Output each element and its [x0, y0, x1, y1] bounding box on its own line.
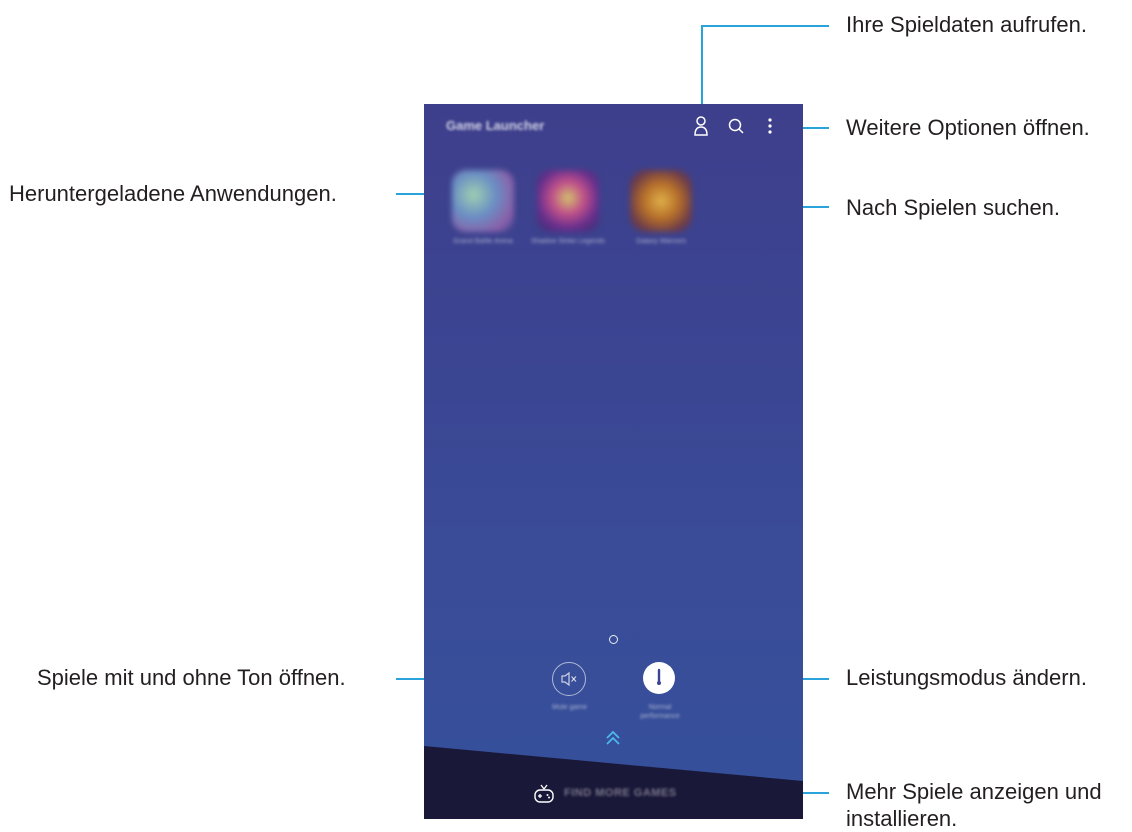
- callout-search-games: Nach Spielen suchen.: [846, 195, 1061, 220]
- game-label-1: Grand Battle Arena: [453, 238, 513, 245]
- performance-mode-label: Normal performance: [640, 704, 680, 720]
- phone-screen: Game Launcher Grand Battle Arena Shadow …: [424, 104, 803, 819]
- callout-more-games-line2: installieren.: [846, 806, 958, 831]
- game-label-2: Shadow Strike Legends: [531, 238, 605, 245]
- expand-up-icon[interactable]: [603, 728, 623, 748]
- callout-more-games: Mehr Spiele anzeigen und installieren.: [846, 778, 1102, 832]
- app-title: Game Launcher: [446, 118, 545, 133]
- game-icon-3[interactable]: [630, 170, 692, 232]
- game-icon-1[interactable]: [452, 170, 514, 232]
- search-icon[interactable]: [727, 117, 745, 135]
- gamepad-icon[interactable]: [533, 784, 555, 804]
- performance-mode-button[interactable]: [643, 662, 675, 694]
- profile-icon[interactable]: [693, 115, 709, 137]
- leader-line-game-data-v: [701, 25, 703, 111]
- game-icon-2[interactable]: [537, 170, 599, 232]
- leader-line-game-data-h: [701, 25, 829, 27]
- performance-icon: [657, 668, 661, 685]
- callout-more-games-line1: Mehr Spiele anzeigen und: [846, 779, 1102, 804]
- mute-game-button[interactable]: [552, 662, 586, 696]
- page-indicator: [609, 635, 618, 644]
- game-label-3: Galaxy Warriors: [636, 238, 686, 245]
- callout-mute-games: Spiele mit und ohne Ton öffnen.: [37, 665, 346, 690]
- more-options-icon[interactable]: [767, 117, 773, 135]
- find-more-games-button[interactable]: FIND MORE GAMES: [564, 787, 677, 799]
- callout-performance-mode: Leistungsmodus ändern.: [846, 665, 1087, 690]
- mute-game-label: Mute game: [551, 704, 588, 711]
- callout-game-data: Ihre Spieldaten aufrufen.: [846, 12, 1087, 37]
- callout-more-options: Weitere Optionen öffnen.: [846, 115, 1090, 140]
- callout-downloaded-apps: Heruntergeladene Anwendungen.: [9, 181, 337, 206]
- mute-icon: [561, 671, 577, 687]
